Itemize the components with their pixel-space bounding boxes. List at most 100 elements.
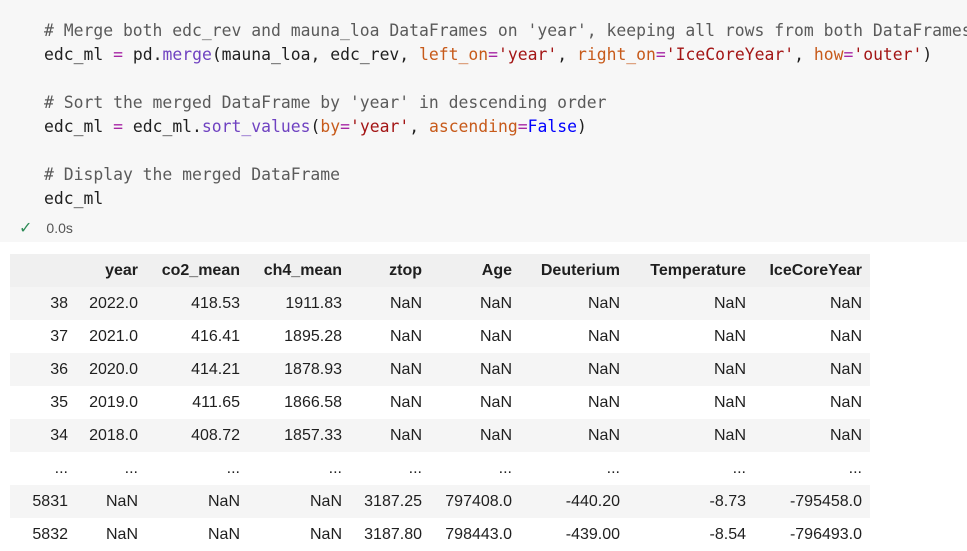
dataframe-output-table: year co2_mean ch4_mean ztop Age Deuteriu… xyxy=(10,254,870,551)
code-token: False xyxy=(527,117,577,136)
header-index xyxy=(10,254,76,287)
code-token: = xyxy=(517,117,528,136)
code-token: by xyxy=(320,117,341,136)
code-comment-display: # Display the merged DataFrame xyxy=(44,165,341,184)
cell-deuterium: -440.20 xyxy=(565,492,620,510)
cell-co2-mean: 416.41 xyxy=(191,327,240,345)
cell-temperature: NaN xyxy=(713,294,746,312)
cell-icecoreyear: NaN xyxy=(829,426,862,444)
cell-deuterium: NaN xyxy=(587,294,620,312)
table-row: 36 2020.0 414.21 1878.93 NaN NaN NaN NaN NaN xyxy=(10,353,870,386)
code-line-merge: edc_ml = pd.merge(mauna_loa, edc_rev, le… xyxy=(44,43,967,67)
code-token: left_on xyxy=(419,45,489,64)
cell-temperature: -8.54 xyxy=(709,525,746,543)
code-editor[interactable]: # Merge both edc_rev and mauna_loa DataF… xyxy=(44,19,967,211)
cell-execution-status: ✓ 0.0s xyxy=(19,217,73,239)
cell-age: NaN xyxy=(479,294,512,312)
table-header-row: year co2_mean ch4_mean ztop Age Deuteriu… xyxy=(10,254,870,287)
table-row: 34 2018.0 408.72 1857.33 NaN NaN NaN NaN NaN xyxy=(10,419,870,452)
cell-ztop: NaN xyxy=(389,426,422,444)
cell-co2-mean: 414.21 xyxy=(191,360,240,378)
cell-age: NaN xyxy=(479,360,512,378)
table-row: 5832 NaN NaN NaN 3187.80 798443.0 -439.00 -8.54… xyxy=(10,518,870,551)
code-token: edc_ml xyxy=(44,45,104,64)
cell-deuterium: -439.00 xyxy=(565,525,620,543)
cell-ch4-mean: 1878.93 xyxy=(284,360,342,378)
cell-icecoreyear: -795458.0 xyxy=(789,492,862,510)
code-cell[interactable]: # Merge both edc_rev and mauna_loa DataF… xyxy=(0,0,967,242)
cell-co2-mean: 408.72 xyxy=(191,426,240,444)
code-token: ( xyxy=(310,117,321,136)
cell-year: 2019.0 xyxy=(89,393,138,411)
header-ztop: ztop xyxy=(389,261,422,279)
code-token: merge xyxy=(162,45,212,64)
header-co2-mean: co2_mean xyxy=(161,261,240,279)
cell-ztop: NaN xyxy=(389,393,422,411)
code-line-sort: edc_ml = edc_ml.sort_values(by='year', a… xyxy=(44,115,967,139)
cell-ch4-mean: 1857.33 xyxy=(284,426,342,444)
cell-ztop: NaN xyxy=(389,294,422,312)
cell-icecoreyear: NaN xyxy=(829,294,862,312)
cell-index: 5831 xyxy=(32,492,68,510)
cell-ch4-mean: NaN xyxy=(309,492,342,510)
cell-ztop: 3187.25 xyxy=(364,492,422,510)
cell-index: 38 xyxy=(50,294,68,312)
cell-deuterium: NaN xyxy=(587,393,620,411)
cell-co2-mean: NaN xyxy=(207,525,240,543)
code-token: ascending xyxy=(428,117,518,136)
header-age: Age xyxy=(481,261,512,279)
code-token: = xyxy=(655,45,666,64)
cell-index: ... xyxy=(54,459,68,477)
cell-age: NaN xyxy=(479,426,512,444)
code-token: = xyxy=(488,45,498,64)
code-token: , xyxy=(794,45,814,64)
header-icecoreyear: IceCoreYear xyxy=(769,261,862,279)
cell-ztop: ... xyxy=(408,459,422,477)
cell-index: 37 xyxy=(50,327,68,345)
cell-year: NaN xyxy=(105,492,138,510)
code-token: edc_ml. xyxy=(132,117,202,136)
cell-temperature: NaN xyxy=(713,393,746,411)
code-token: how xyxy=(813,45,844,64)
code-token: 'IceCoreYear' xyxy=(665,45,795,64)
cell-co2-mean: ... xyxy=(226,459,240,477)
cell-icecoreyear: NaN xyxy=(829,360,862,378)
cell-year: 2021.0 xyxy=(89,327,138,345)
cell-age: NaN xyxy=(479,327,512,345)
table-row: 37 2021.0 416.41 1895.28 NaN NaN NaN NaN NaN xyxy=(10,320,870,353)
code-token: . xyxy=(152,45,163,64)
cell-ch4-mean: 1895.28 xyxy=(284,327,342,345)
cell-co2-mean: 418.53 xyxy=(191,294,240,312)
code-token: ) xyxy=(576,117,587,136)
cell-temperature: -8.73 xyxy=(709,492,746,510)
cell-icecoreyear: NaN xyxy=(829,327,862,345)
code-token: (mauna_loa, edc_rev, xyxy=(211,45,420,64)
header-deuterium: Deuterium xyxy=(540,261,620,279)
header-year: year xyxy=(105,261,138,279)
cell-year: NaN xyxy=(105,525,138,543)
code-token: = xyxy=(113,45,123,64)
cell-co2-mean: 411.65 xyxy=(192,393,240,411)
code-comment-merge: # Merge both edc_rev and mauna_loa DataF… xyxy=(44,21,967,40)
code-token: 'year' xyxy=(498,45,558,64)
cell-ch4-mean: NaN xyxy=(309,525,342,543)
cell-age: 797408.0 xyxy=(445,492,512,510)
cell-temperature: NaN xyxy=(713,426,746,444)
code-token: ) xyxy=(922,45,933,64)
cell-temperature: NaN xyxy=(713,360,746,378)
cell-age: ... xyxy=(498,459,512,477)
code-line-display: edc_ml xyxy=(44,189,104,208)
cell-ch4-mean: ... xyxy=(328,459,342,477)
code-token: = xyxy=(340,117,350,136)
code-token: edc_ml xyxy=(44,117,104,136)
code-token: right_on xyxy=(576,45,656,64)
header-ch4-mean: ch4_mean xyxy=(263,261,342,279)
table-row: 35 2019.0 411.65 1866.58 NaN NaN NaN NaN NaN xyxy=(10,386,870,419)
cell-index: 36 xyxy=(50,360,68,378)
check-icon: ✓ xyxy=(19,220,33,237)
code-token: = xyxy=(113,117,123,136)
cell-deuterium: NaN xyxy=(587,327,620,345)
cell-icecoreyear: -796493.0 xyxy=(789,525,862,543)
cell-icecoreyear: ... xyxy=(848,459,862,477)
